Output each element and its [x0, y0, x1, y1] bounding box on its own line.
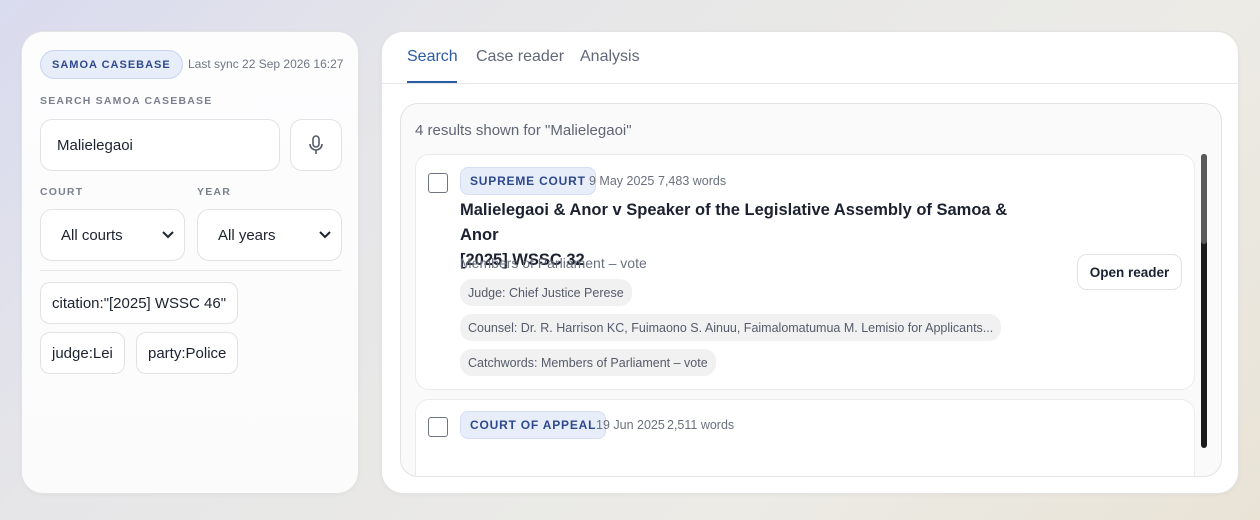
- year-label: YEAR: [197, 186, 231, 198]
- results-scrollbar[interactable]: [1201, 154, 1207, 448]
- tab-bar: Search Case reader Analysis: [382, 32, 1238, 84]
- counsel-pill: Counsel: Dr. R. Harrison KC, Fuimaono S.…: [460, 314, 1002, 341]
- tab-search[interactable]: Search: [407, 48, 458, 66]
- results-container: 4 results shown for "Malielegaoi" SUPREM…: [400, 103, 1222, 477]
- result-word-count: 2,511 words: [667, 418, 735, 432]
- search-sidebar: SAMOA CASEBASE Last sync 22 Sep 2026 16:…: [21, 31, 359, 494]
- query-chip-judge[interactable]: judge:Lei: [40, 332, 125, 374]
- search-input-value: Malielegaoi: [57, 136, 133, 154]
- query-chip-party[interactable]: party:Police: [136, 332, 239, 374]
- last-sync-status: Last sync 22 Sep 2026 16:27: [188, 57, 344, 71]
- result-word-count: 7,483 words: [658, 174, 727, 188]
- court-select[interactable]: All courts: [40, 209, 185, 261]
- court-select-value: All courts: [61, 226, 123, 244]
- microphone-icon: [309, 135, 323, 154]
- tab-analysis[interactable]: Analysis: [580, 48, 640, 66]
- result-date: 19 Jun 2025: [596, 418, 665, 432]
- year-select[interactable]: All years: [197, 209, 342, 261]
- court-label: COURT: [40, 186, 84, 198]
- brand-badge: SAMOA CASEBASE: [40, 50, 183, 79]
- results-count: 4 results shown for "Malielegaoi": [415, 122, 632, 139]
- year-select-value: All years: [218, 226, 276, 244]
- court-badge: COURT OF APPEAL: [460, 411, 607, 439]
- catchwords-pill: Catchwords: Members of Parliament – vote: [460, 349, 716, 376]
- open-reader-button[interactable]: Open reader: [1077, 254, 1182, 290]
- search-input[interactable]: Malielegaoi: [40, 119, 280, 171]
- filter-divider: [40, 270, 342, 271]
- result-date: 9 May 2025: [589, 174, 655, 188]
- judge-pill: Judge: Chief Justice Perese: [460, 279, 632, 306]
- tab-case-reader[interactable]: Case reader: [476, 48, 564, 66]
- main-panel: Search Case reader Analysis 4 results sh…: [381, 31, 1239, 494]
- search-label: SEARCH SAMOA CASEBASE: [40, 95, 213, 107]
- result-select-checkbox[interactable]: [428, 417, 448, 437]
- case-subject: Members of Parliament – vote: [460, 255, 647, 271]
- chevron-down-icon: [162, 231, 174, 239]
- result-card: SUPREME COURT 9 May 2025 7,483 words Mal…: [415, 154, 1195, 390]
- query-chip-citation[interactable]: citation:"[2025] WSSC 46": [40, 282, 239, 324]
- active-tab-indicator: [407, 81, 457, 83]
- chevron-down-icon: [319, 231, 331, 239]
- court-badge: SUPREME COURT: [460, 167, 596, 195]
- case-title-line-1: Malielegaoi & Anor v Speaker of the Legi…: [460, 201, 1008, 244]
- result-card: COURT OF APPEAL 19 Jun 2025 2,511 words: [415, 399, 1195, 476]
- scrollbar-thumb[interactable]: [1201, 154, 1207, 244]
- voice-search-button[interactable]: [290, 119, 342, 171]
- result-select-checkbox[interactable]: [428, 173, 448, 193]
